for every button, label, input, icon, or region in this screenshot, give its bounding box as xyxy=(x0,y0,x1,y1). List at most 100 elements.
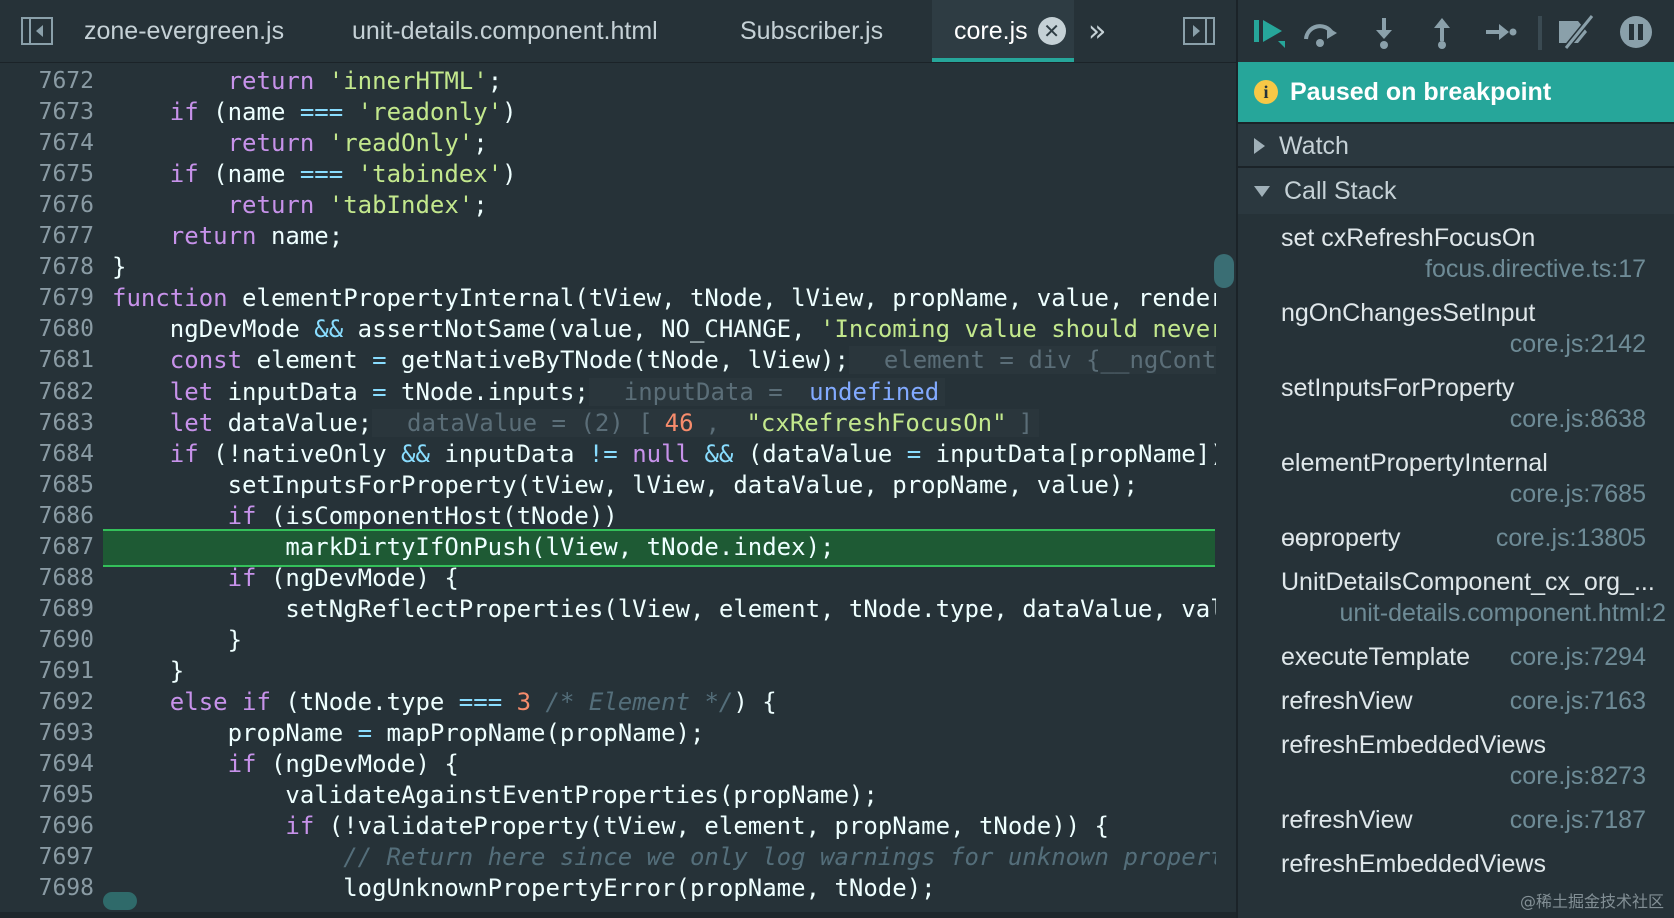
stack-frame[interactable]: UnitDetailsComponent_cx_org_... unit-deta… xyxy=(1238,568,1674,644)
code-line[interactable]: 7681 const element = getNativeByTNode(tN… xyxy=(0,345,1216,376)
line-number[interactable]: 7683 xyxy=(0,408,94,439)
line-number[interactable]: 7691 xyxy=(0,656,94,687)
stack-frame[interactable]: refreshView core.js:7163 xyxy=(1238,687,1674,732)
code-token: 46 xyxy=(658,408,700,437)
tab-unit-details[interactable]: unit-details.component.html xyxy=(332,0,692,62)
tab-zone-evergreen[interactable]: zone-evergreen.js xyxy=(64,0,342,62)
code-text: if (!validateProperty(tView, element, pr… xyxy=(112,811,1109,842)
toggle-navigator-icon[interactable] xyxy=(20,14,54,48)
step-out-icon[interactable] xyxy=(1422,12,1462,52)
code-line[interactable]: 7677 return name; xyxy=(0,221,1216,252)
stack-frame[interactable]: refreshEmbeddedViews core.js:8273 xyxy=(1238,731,1674,807)
line-number[interactable]: 7685 xyxy=(0,470,94,501)
code-text: } xyxy=(112,656,184,687)
toggle-debugger-icon[interactable] xyxy=(1182,14,1216,48)
code-token: validateAgainstEventProperties(propName)… xyxy=(112,781,878,810)
code-line[interactable]: 7682 let inputData = tNode.inputs; input… xyxy=(0,377,1216,408)
close-icon[interactable]: ✕ xyxy=(1037,17,1066,45)
code-line[interactable]: 7676 return 'tabIndex'; xyxy=(0,190,1216,221)
line-number[interactable]: 7681 xyxy=(0,345,94,376)
stack-frame[interactable]: ngOnChangesSetInput core.js:2142 xyxy=(1238,299,1674,375)
code-token: ) { xyxy=(733,688,777,716)
code-line[interactable]: 7672 return 'innerHTML'; xyxy=(0,66,1216,97)
line-number[interactable]: 7686 xyxy=(0,501,94,532)
code-line[interactable]: 7675 if (name === 'tabindex') xyxy=(0,159,1216,190)
line-number[interactable]: 7697 xyxy=(0,842,94,873)
line-number[interactable]: 7677 xyxy=(0,221,94,252)
frame-function-name: ɵɵproperty xyxy=(1281,524,1401,552)
code-line[interactable]: 7695 validateAgainstEventProperties(prop… xyxy=(0,780,1216,811)
code-line[interactable]: 7688 if (ngDevMode) { xyxy=(0,563,1216,594)
stack-frame[interactable]: executeTemplate core.js:7294 xyxy=(1238,643,1674,688)
line-number[interactable]: 7690 xyxy=(0,625,94,656)
line-number[interactable]: 7688 xyxy=(0,563,94,594)
line-number[interactable]: 7695 xyxy=(0,780,94,811)
stack-frame[interactable]: elementPropertyInternal core.js:7685 xyxy=(1238,449,1674,525)
tab-subscriber[interactable]: Subscriber.js xyxy=(720,0,930,62)
code-line[interactable]: 7693 propName = mapPropName(propName); xyxy=(0,718,1216,749)
pause-on-exceptions-icon[interactable] xyxy=(1616,12,1656,52)
code-token: inputData xyxy=(213,377,373,406)
code-line[interactable]: 7683 let dataValue; dataValue = (2) [46,… xyxy=(0,408,1216,439)
frame-location: core.js:8638 xyxy=(1509,405,1646,433)
code-line[interactable]: 7694 if (ngDevMode) { xyxy=(0,749,1216,780)
line-number[interactable]: 7684 xyxy=(0,439,94,470)
code-line[interactable]: 7696 if (!validateProperty(tView, elemen… xyxy=(0,811,1216,842)
line-number[interactable]: 7687 xyxy=(0,532,94,563)
code-line[interactable]: 7674 return 'readOnly'; xyxy=(0,128,1216,159)
stack-frame[interactable]: refreshView core.js:7187 xyxy=(1238,806,1674,851)
more-tabs-icon[interactable]: » xyxy=(1088,14,1106,49)
line-number[interactable]: 7676 xyxy=(0,190,94,221)
stack-frame[interactable]: ɵɵproperty core.js:13805 xyxy=(1238,524,1674,569)
code-line[interactable]: 7673 if (name === 'readonly') xyxy=(0,97,1216,128)
code-token: === xyxy=(299,98,344,127)
code-line[interactable]: 7678} xyxy=(0,252,1216,283)
code-line[interactable]: 7685 setInputsForProperty(tView, lView, … xyxy=(0,470,1216,501)
tab-core-js[interactable]: core.js ✕ xyxy=(932,0,1074,62)
code-line[interactable]: 7690 } xyxy=(0,625,1216,656)
line-number[interactable]: 7692 xyxy=(0,687,94,718)
code-line[interactable]: 7680 ngDevMode && assertNotSame(value, N… xyxy=(0,314,1216,345)
step-icon[interactable] xyxy=(1480,12,1520,52)
step-into-icon[interactable] xyxy=(1364,12,1404,52)
line-number[interactable]: 7693 xyxy=(0,718,94,749)
line-number[interactable]: 7698 xyxy=(0,873,94,904)
line-number[interactable]: 7672 xyxy=(0,66,94,97)
line-number[interactable]: 7694 xyxy=(0,749,94,780)
resume-icon[interactable] xyxy=(1250,12,1290,52)
watch-section-header[interactable]: Watch xyxy=(1238,122,1674,168)
code-line[interactable]: 7692 else if (tNode.type === 3 /* Elemen… xyxy=(0,687,1216,718)
frame-function-name: refreshEmbeddedViews xyxy=(1281,850,1546,878)
deactivate-breakpoints-icon[interactable] xyxy=(1556,12,1596,52)
line-number[interactable]: 7689 xyxy=(0,594,94,625)
line-number[interactable]: 7673 xyxy=(0,97,94,128)
step-over-icon[interactable] xyxy=(1300,12,1340,52)
callstack-section-header[interactable]: Call Stack xyxy=(1238,166,1674,214)
line-number[interactable]: 7680 xyxy=(0,314,94,345)
code-line[interactable]: 7691 } xyxy=(0,656,1216,687)
line-number[interactable]: 7696 xyxy=(0,811,94,842)
code-line[interactable]: 7686 if (isComponentHost(tNode)) xyxy=(0,501,1216,532)
code-token: if xyxy=(227,563,257,592)
code-line[interactable]: 7698 logUnknownPropertyError(propName, t… xyxy=(0,873,1216,904)
line-number[interactable]: 7678 xyxy=(0,252,94,283)
line-number[interactable]: 7675 xyxy=(0,159,94,190)
line-number[interactable]: 7682 xyxy=(0,377,94,408)
source-editor[interactable]: 7672 return 'innerHTML'; 7673 if (name ==… xyxy=(0,62,1216,912)
code-line[interactable]: 7687 markDirtyIfOnPush(lView, tNode.inde… xyxy=(0,532,1216,563)
line-number[interactable]: 7679 xyxy=(0,283,94,314)
code-token: setNgReflectProperties(lView, element, t… xyxy=(112,594,1216,623)
code-token: if xyxy=(169,98,199,127)
code-line[interactable]: 7679 function elementPropertyInternal(tVi… xyxy=(0,283,1216,314)
code-line[interactable]: 7684 if (!nativeOnly && inputData != nul… xyxy=(0,439,1216,470)
horizontal-scrollbar-thumb[interactable] xyxy=(103,892,137,910)
vertical-scrollbar-thumb[interactable] xyxy=(1214,254,1234,288)
editor-footer xyxy=(0,912,1236,918)
stack-frame[interactable]: setInputsForProperty core.js:8638 xyxy=(1238,374,1674,450)
stack-frame[interactable]: set cxRefreshFocusOn focus.directive.ts:1… xyxy=(1238,224,1674,300)
code-line[interactable]: 7697 // Return here since we only log wa… xyxy=(0,842,1216,873)
code-line[interactable]: 7689 setNgReflectProperties(lView, eleme… xyxy=(0,594,1216,625)
line-number[interactable]: 7674 xyxy=(0,128,94,159)
